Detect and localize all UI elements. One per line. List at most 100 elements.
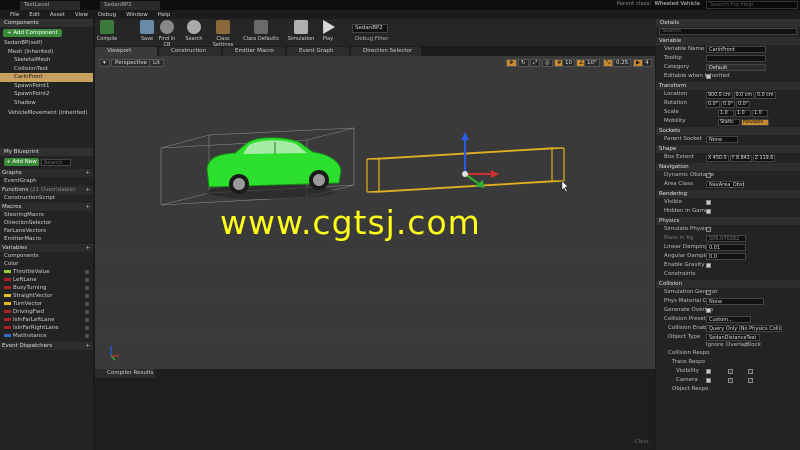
box-extent-z[interactable]: Z 119.6 xyxy=(752,155,776,162)
menu-help[interactable]: Help xyxy=(158,12,171,18)
location-x[interactable]: 900.0 cm xyxy=(706,92,733,99)
variable-group[interactable]: Color xyxy=(0,260,93,268)
variables-section[interactable]: Variables + xyxy=(0,244,93,252)
eye-icon[interactable] xyxy=(85,334,89,338)
class-settings-button[interactable]: Class Settings xyxy=(207,20,239,48)
macro-item[interactable]: SteeringMacro xyxy=(0,211,93,219)
eye-icon[interactable] xyxy=(85,286,89,290)
tab-construction-script[interactable]: Construction Script xyxy=(159,47,221,63)
compile-button[interactable]: Compile xyxy=(95,20,119,42)
rotation-x[interactable]: 0.0° xyxy=(706,101,721,108)
macro-item[interactable]: FarLaneVectors xyxy=(0,227,93,235)
dynamic-obstacle-checkbox[interactable] xyxy=(706,173,711,178)
variable-section[interactable]: Variable xyxy=(656,37,800,45)
component-item[interactable]: CollisionTest xyxy=(0,65,93,74)
tab-event-graph[interactable]: Event Graph xyxy=(287,47,349,56)
eye-icon[interactable] xyxy=(85,318,89,322)
component-item[interactable]: VehicleMovement (Inherited) xyxy=(0,109,93,118)
area-class-select[interactable]: NavArea_Obst xyxy=(706,181,744,188)
variable-name-input[interactable]: CarInFront xyxy=(706,46,766,53)
add-dispatcher-icon[interactable]: + xyxy=(85,342,90,350)
linear-damping-input[interactable]: 0.01 xyxy=(706,244,746,251)
rendering-section[interactable]: Rendering xyxy=(656,190,800,198)
enable-gravity-checkbox[interactable] xyxy=(706,263,711,268)
shape-section[interactable]: Shape xyxy=(656,145,800,153)
visible-checkbox[interactable] xyxy=(706,200,711,205)
object-type-select[interactable]: SedanDistanceTest xyxy=(706,334,760,341)
scale-x[interactable]: 1.0 xyxy=(718,110,734,117)
add-macro-icon[interactable]: + xyxy=(85,203,90,211)
transform-section[interactable]: Transform xyxy=(656,82,800,90)
variable-item[interactable]: IsInFarRightLane xyxy=(0,324,93,332)
box-extent-y[interactable]: Y 8.843 xyxy=(729,155,752,162)
visibility-overlap-checkbox[interactable] xyxy=(728,369,733,374)
event-dispatchers-section[interactable]: Event Dispatchers + xyxy=(0,342,93,350)
macro-item[interactable]: EmitterMacro xyxy=(0,235,93,243)
variable-item[interactable]: TurnVector xyxy=(0,300,93,308)
scale-y[interactable]: 1.0 xyxy=(735,110,751,117)
play-button[interactable]: Play xyxy=(318,20,338,42)
variable-item[interactable]: StraightVector xyxy=(0,292,93,300)
component-item[interactable]: SkeletalMesh xyxy=(0,56,93,65)
car-mesh[interactable] xyxy=(206,137,342,199)
eye-icon[interactable] xyxy=(85,270,89,274)
class-defaults-button[interactable]: Class Defaults xyxy=(243,20,279,42)
transform-gizmo[interactable] xyxy=(461,132,499,188)
macros-section[interactable]: Macros + xyxy=(0,203,93,211)
scale-z[interactable]: 1.0 xyxy=(752,110,768,117)
variable-group[interactable]: Components xyxy=(0,252,93,260)
variable-item[interactable]: BusyTurning xyxy=(0,284,93,292)
variable-item[interactable]: IsInFarLeftLane xyxy=(0,316,93,324)
visibility-ignore-checkbox[interactable] xyxy=(706,369,711,374)
menu-debug[interactable]: Debug xyxy=(98,12,116,18)
add-function-icon[interactable]: + xyxy=(85,186,90,194)
rotation-z[interactable]: 0.0° xyxy=(736,101,751,108)
details-search-input[interactable]: Search xyxy=(659,28,797,35)
tab-viewport[interactable]: Viewport xyxy=(95,47,157,56)
component-item[interactable]: SpawnPoint2 xyxy=(0,90,93,99)
add-component-button[interactable]: + Add Component xyxy=(3,29,62,37)
tab-direction-selector[interactable]: Direction Selector xyxy=(351,47,421,56)
debug-filter-select[interactable]: SedanBP2 xyxy=(352,24,388,33)
parent-class-value[interactable]: Wheeled Vehicle xyxy=(654,1,700,7)
camera-ignore-checkbox[interactable] xyxy=(706,378,711,383)
navigation-section[interactable]: Navigation xyxy=(656,163,800,171)
rotation-y[interactable]: 0.0° xyxy=(721,101,736,108)
variable-item[interactable]: LeftLane xyxy=(0,276,93,284)
find-in-cb-button[interactable]: Find in CB xyxy=(155,20,179,48)
eye-icon[interactable] xyxy=(85,326,89,330)
menu-view[interactable]: View xyxy=(75,12,88,18)
blueprint-search-input[interactable]: Search xyxy=(40,158,71,166)
add-variable-icon[interactable]: + xyxy=(85,244,90,252)
mobility-static-button[interactable]: Static xyxy=(718,119,740,126)
variable-item[interactable]: DrivingFwd xyxy=(0,308,93,316)
eye-icon[interactable] xyxy=(85,294,89,298)
component-item[interactable]: Shadow xyxy=(0,99,93,108)
mass-input[interactable]: 506.070282 xyxy=(706,235,746,242)
mobility-movable-button[interactable]: Movable xyxy=(741,119,769,126)
component-item[interactable]: SedanBP(self) xyxy=(0,39,93,48)
box-extent-x[interactable]: X 450.0 xyxy=(706,155,729,162)
add-graph-icon[interactable]: + xyxy=(85,169,90,177)
clear-button[interactable]: Clear xyxy=(635,439,649,445)
angular-damping-input[interactable]: 0.0 xyxy=(706,253,746,260)
eye-icon[interactable] xyxy=(85,302,89,306)
camera-overlap-checkbox[interactable] xyxy=(728,378,733,383)
eye-icon[interactable] xyxy=(85,278,89,282)
tooltip-input[interactable] xyxy=(706,55,766,62)
sim-generate-checkbox[interactable] xyxy=(706,290,711,295)
compiler-results-tab[interactable]: Compiler Results xyxy=(95,369,155,378)
collision-enabled-select[interactable]: Query Only (No Physics Collision) xyxy=(706,325,782,332)
macro-item[interactable]: DirectionSelector xyxy=(0,219,93,227)
editable-checkbox[interactable] xyxy=(706,74,711,79)
component-item[interactable]: SpawnPoint1 xyxy=(0,82,93,91)
collision-presets-select[interactable]: Custom... xyxy=(706,316,751,323)
graphs-section[interactable]: Graphs + xyxy=(0,169,93,177)
menu-asset[interactable]: Asset xyxy=(50,12,65,18)
location-y[interactable]: 0.0 cm xyxy=(733,92,755,99)
category-select[interactable]: Default xyxy=(706,64,766,71)
graph-item[interactable]: EventGraph xyxy=(0,177,93,185)
menu-edit[interactable]: Edit xyxy=(29,12,40,18)
menu-window[interactable]: Window xyxy=(126,12,148,18)
sockets-section[interactable]: Sockets xyxy=(656,127,800,135)
